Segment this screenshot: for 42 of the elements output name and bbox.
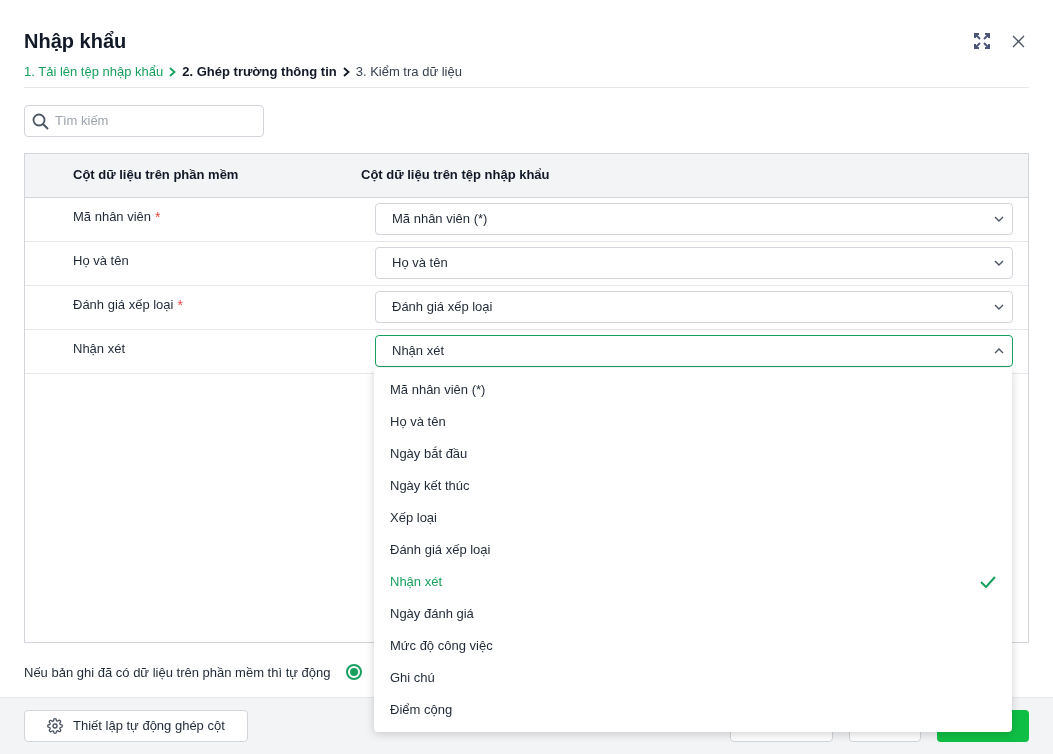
chevron-icon: [342, 66, 350, 77]
dropdown-option[interactable]: Xếp loại: [374, 502, 1012, 534]
expand-icon[interactable]: [974, 33, 990, 49]
required-mark: *: [155, 207, 161, 227]
field-name: Họ và tên: [73, 252, 129, 271]
overwrite-label: Nếu bản ghi đã có dữ liệu trên phần mềm thì tự động: [24, 663, 331, 682]
column-select[interactable]: Họ và tên: [375, 247, 1013, 279]
auto-match-button[interactable]: Thiết lập tự động ghép cột: [24, 710, 248, 742]
column-select[interactable]: Mã nhân viên (*): [375, 203, 1013, 235]
radio-button[interactable]: [346, 664, 363, 681]
dropdown-option[interactable]: Điểm cộng: [374, 694, 1012, 726]
search-icon: [32, 112, 49, 130]
step-label: 2. Ghép trường thông tin: [182, 63, 337, 81]
caret-icon: [994, 260, 1004, 266]
caret-icon: [994, 348, 1004, 354]
column-select[interactable]: Nhận xét: [375, 335, 1013, 367]
chevron-icon: [169, 66, 177, 77]
column-header: Cột dữ liệu trên tệp nhập khẩu: [361, 166, 550, 185]
column-header: Cột dữ liệu trên phần mềm: [72, 166, 240, 185]
dropdown-option[interactable]: Mã nhân viên (*): [374, 374, 1012, 406]
dropdown-option[interactable]: Đánh giá xếp loại: [374, 534, 1012, 566]
dropdown-option[interactable]: Ngày đánh giá: [374, 598, 1012, 630]
dropdown-option[interactable]: Ngày bắt đầu: [374, 438, 1012, 470]
dropdown-option[interactable]: Ngày kết thúc: [374, 470, 1012, 502]
step-label: 1. Tải lên tệp nhập khẩu: [24, 63, 164, 81]
caret-icon: [994, 216, 1004, 222]
close-icon[interactable]: [1012, 34, 1025, 48]
caret-icon: [994, 304, 1004, 310]
required-mark: *: [177, 295, 183, 315]
check-icon: [980, 576, 996, 588]
dropdown-option[interactable]: Mức độ công việc: [374, 630, 1012, 662]
field-name: Mã nhân viên: [73, 208, 152, 227]
gear-icon: [47, 718, 63, 734]
field-name: Nhận xét: [73, 340, 126, 359]
column-select[interactable]: Đánh giá xếp loại: [375, 291, 1013, 323]
field-name: Đánh giá xếp loại: [73, 296, 174, 315]
dropdown-option[interactable]: Nhận xét: [374, 566, 1012, 598]
step-label: 3. Kiểm tra dữ liệu: [355, 63, 462, 81]
dropdown-option[interactable]: Ghi chú: [374, 662, 1012, 694]
dialog-title: Nhập khẩu: [24, 29, 127, 54]
search-field[interactable]: Tìm kiếm: [24, 104, 264, 137]
dropdown-option[interactable]: Họ và tên: [374, 406, 1012, 438]
